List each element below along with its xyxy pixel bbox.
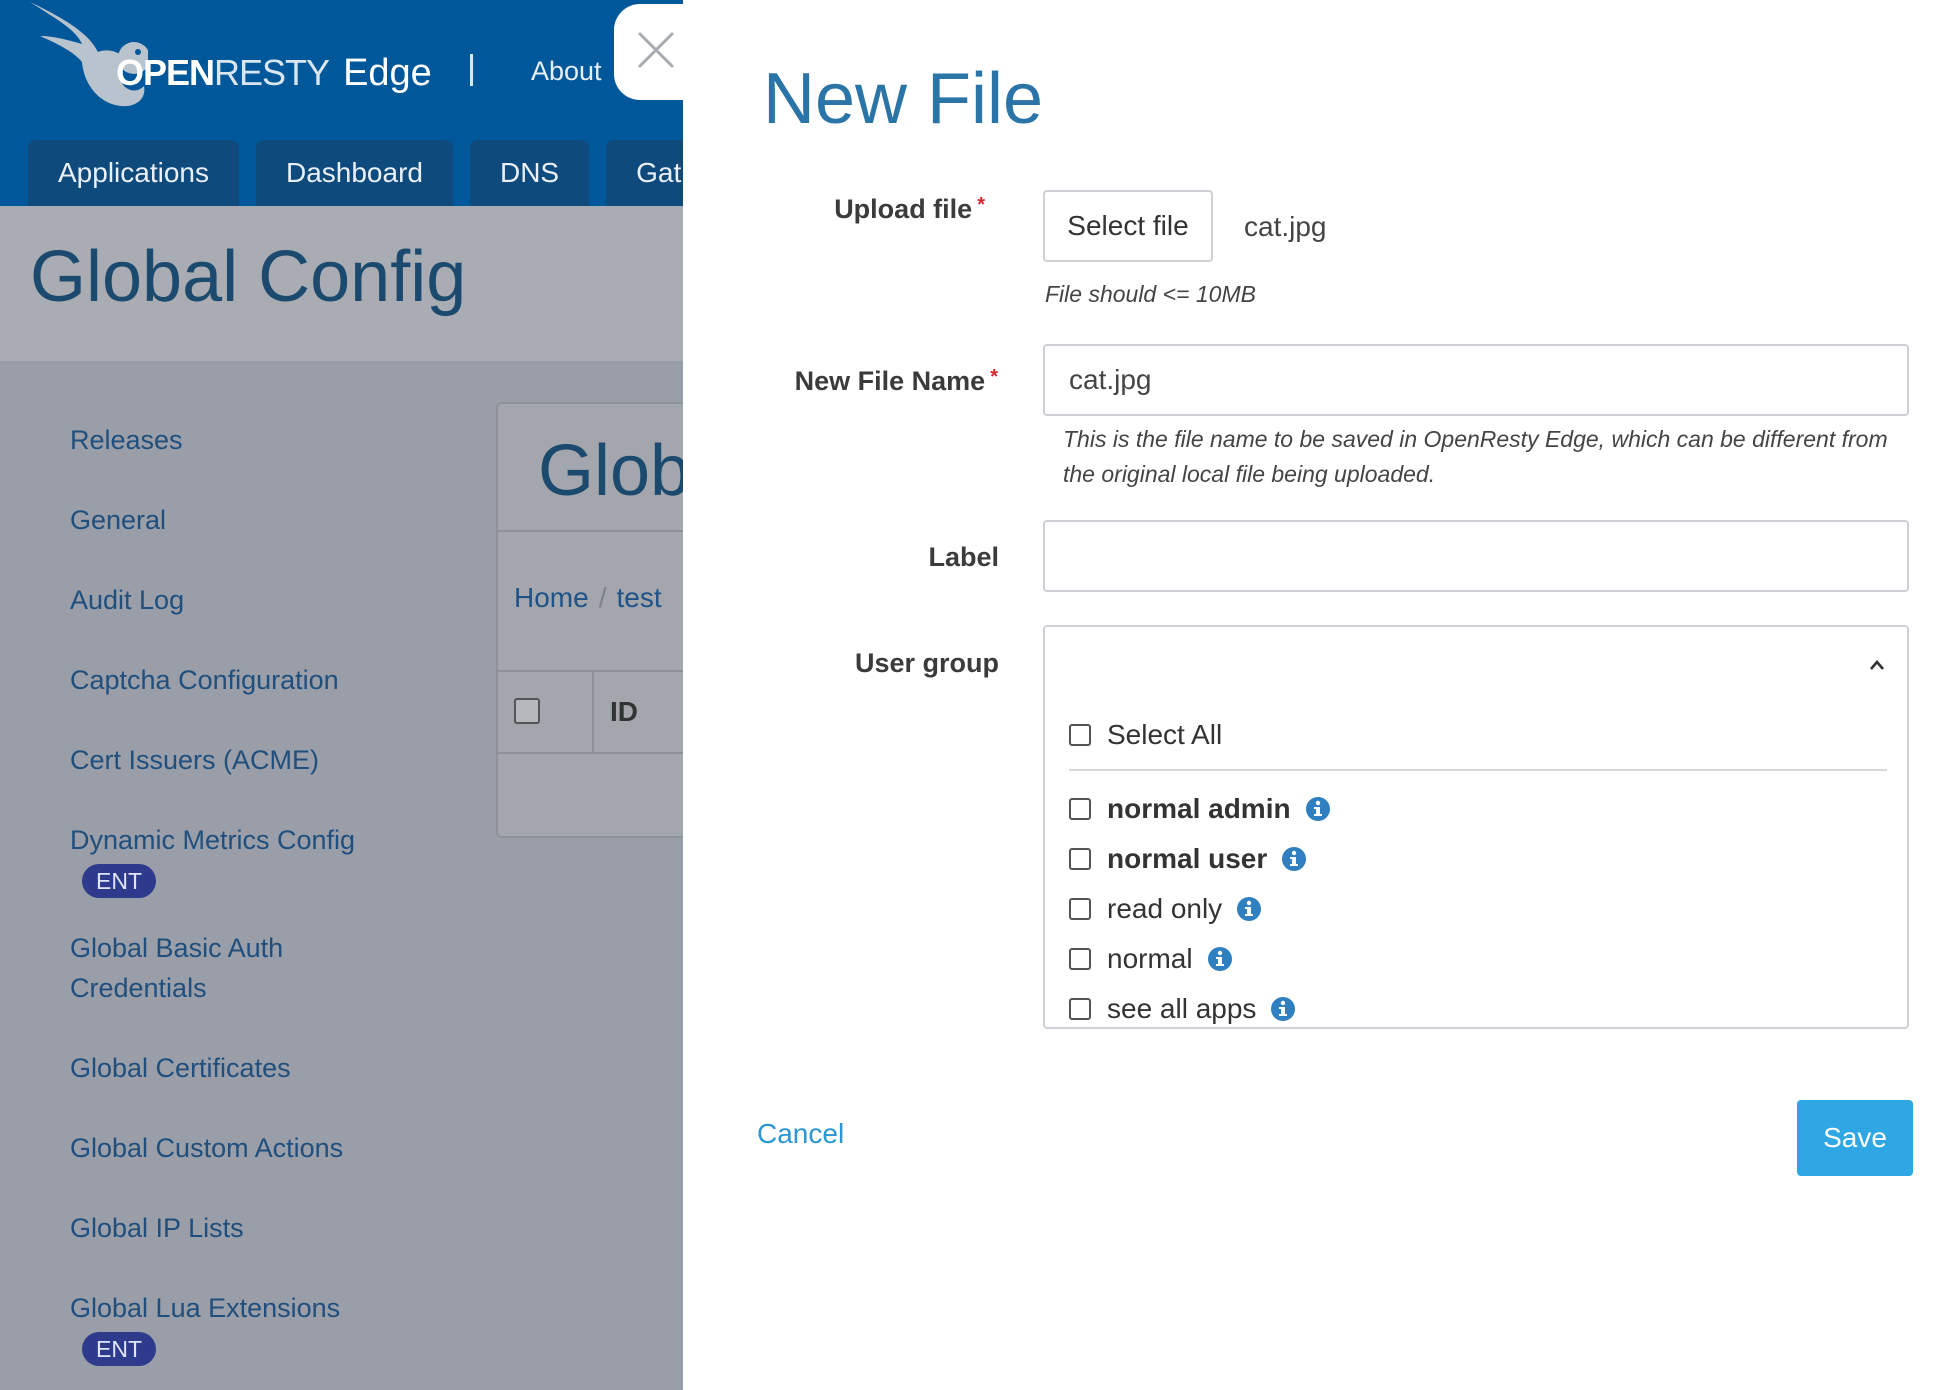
new-file-name-hint-line2: the original local file being uploaded.: [1063, 461, 1436, 487]
new-file-name-label: New File Name *: [683, 366, 998, 397]
logo-resty: RESTY: [214, 52, 330, 93]
sidebar-item-dynamic-metrics-config[interactable]: Dynamic Metrics Config ENT: [70, 820, 410, 900]
breadcrumb-test[interactable]: test: [616, 582, 661, 613]
user-group-option-normal-admin[interactable]: normal admin: [1069, 793, 1331, 825]
info-icon[interactable]: [1270, 996, 1296, 1022]
modal-title: New File: [763, 59, 1044, 139]
top-header: OPENRESTY Edge About Applications Dashboa…: [0, 0, 683, 206]
sidebar-item-captcha-configuration[interactable]: Captcha Configuration: [70, 660, 410, 700]
about-link[interactable]: About: [531, 56, 602, 87]
sidebar-item-label-line2: Credentials: [70, 973, 207, 1003]
tab-gateway[interactable]: Gat: [606, 140, 683, 206]
upload-file-label-text: Upload file: [834, 194, 973, 224]
info-icon[interactable]: [1207, 946, 1233, 972]
main-tabs: Applications Dashboard DNS Gat: [28, 140, 683, 206]
select-all-checkbox[interactable]: [1069, 724, 1091, 746]
options-divider: [1069, 769, 1887, 771]
breadcrumb-home[interactable]: Home: [514, 582, 589, 613]
user-group-option-see-all-apps[interactable]: see all apps: [1069, 993, 1296, 1025]
sidebar-item-global-custom-actions[interactable]: Global Custom Actions: [70, 1128, 410, 1168]
cancel-button[interactable]: Cancel: [757, 1118, 844, 1150]
option-label: normal user: [1107, 843, 1268, 874]
upload-file-label: Upload file *: [683, 194, 985, 225]
user-group-option-read-only[interactable]: read only: [1069, 893, 1262, 925]
sidebar-item-general[interactable]: General: [70, 500, 410, 540]
select-all-rows-checkbox[interactable]: [514, 698, 540, 724]
save-button[interactable]: Save: [1797, 1100, 1913, 1176]
option-checkbox[interactable]: [1069, 998, 1091, 1020]
chevron-up-icon[interactable]: [1869, 657, 1885, 673]
close-icon: [638, 32, 674, 68]
option-label: read only: [1107, 893, 1223, 924]
user-group-option-normal-user[interactable]: normal user: [1069, 843, 1307, 875]
tab-applications[interactable]: Applications: [28, 140, 239, 206]
required-mark: *: [990, 366, 998, 388]
panel-divider: [498, 530, 683, 532]
label-field-label: Label: [928, 542, 999, 572]
selected-file-name: cat.jpg: [1244, 211, 1327, 242]
option-checkbox[interactable]: [1069, 798, 1091, 820]
new-file-name-hint-line1: This is the file name to be saved in Ope…: [1063, 426, 1888, 452]
user-group-multiselect[interactable]: Select All normal admin normal user read…: [1043, 625, 1909, 1029]
sidebar-item-label: Global Lua Extensions: [70, 1293, 341, 1323]
sidebar: Releases General Audit Log Captcha Confi…: [70, 420, 410, 1390]
sidebar-item-cert-issuers[interactable]: Cert Issuers (ACME): [70, 740, 410, 780]
new-file-name-input[interactable]: cat.jpg: [1043, 344, 1909, 416]
select-all-label: Select All: [1107, 719, 1223, 750]
option-checkbox[interactable]: [1069, 848, 1091, 870]
user-group-option-normal[interactable]: normal: [1069, 943, 1233, 975]
ent-badge: ENT: [82, 1332, 156, 1366]
logo-wordmark: OPENRESTY Edge: [116, 52, 432, 95]
label-input[interactable]: [1043, 520, 1909, 592]
info-icon[interactable]: [1305, 796, 1331, 822]
panel-title: Glob: [538, 431, 683, 511]
tab-dashboard[interactable]: Dashboard: [255, 140, 453, 206]
sidebar-item-releases[interactable]: Releases: [70, 420, 410, 460]
background-page: OPENRESTY Edge About Applications Dashboa…: [0, 0, 683, 1390]
option-label: normal: [1107, 943, 1193, 974]
option-label: see all apps: [1107, 993, 1257, 1024]
breadcrumb: Home / test: [514, 582, 662, 614]
table-header: ID: [498, 670, 683, 754]
info-icon[interactable]: [1236, 896, 1262, 922]
page-title: Global Config: [30, 237, 467, 317]
option-label: normal admin: [1107, 793, 1291, 824]
new-file-name-label-text: New File Name: [794, 366, 986, 396]
sidebar-item-global-ip-lists[interactable]: Global IP Lists: [70, 1208, 410, 1248]
ent-badge: ENT: [82, 864, 156, 898]
sidebar-item-global-certificates[interactable]: Global Certificates: [70, 1048, 410, 1088]
new-file-name-hint: This is the file name to be saved in Ope…: [1063, 422, 1888, 492]
new-file-drawer: New File Upload file * Select file cat.jp…: [683, 0, 1936, 1390]
option-checkbox[interactable]: [1069, 948, 1091, 970]
title-band: Global Config: [0, 206, 683, 361]
logo-open: OPEN: [116, 52, 215, 93]
select-all-option[interactable]: Select All: [1069, 719, 1222, 751]
id-column-header[interactable]: ID: [610, 696, 638, 728]
column-divider: [592, 672, 594, 752]
user-group-label: User group: [854, 648, 999, 678]
option-checkbox[interactable]: [1069, 898, 1091, 920]
upload-hint: File should <= 10MB: [1045, 281, 1256, 307]
sidebar-item-global-lua-extensions[interactable]: Global Lua Extensions ENT: [70, 1288, 410, 1368]
content-panel: Glob Home / test ID: [496, 402, 683, 838]
tab-dns[interactable]: DNS: [469, 140, 590, 206]
required-mark: *: [977, 194, 985, 216]
breadcrumb-separator: /: [598, 582, 607, 613]
sidebar-item-global-basic-auth[interactable]: Global Basic Auth Credentials: [70, 928, 410, 1008]
select-file-button[interactable]: Select file: [1043, 190, 1213, 262]
header-divider: [470, 54, 473, 86]
info-icon[interactable]: [1281, 846, 1307, 872]
sidebar-item-audit-log[interactable]: Audit Log: [70, 580, 410, 620]
sidebar-item-label: Dynamic Metrics Config: [70, 825, 356, 855]
logo-edge: Edge: [343, 52, 432, 94]
openresty-logo[interactable]: OPENRESTY Edge: [28, 0, 432, 115]
sidebar-item-label-line1: Global Basic Auth: [70, 933, 284, 963]
